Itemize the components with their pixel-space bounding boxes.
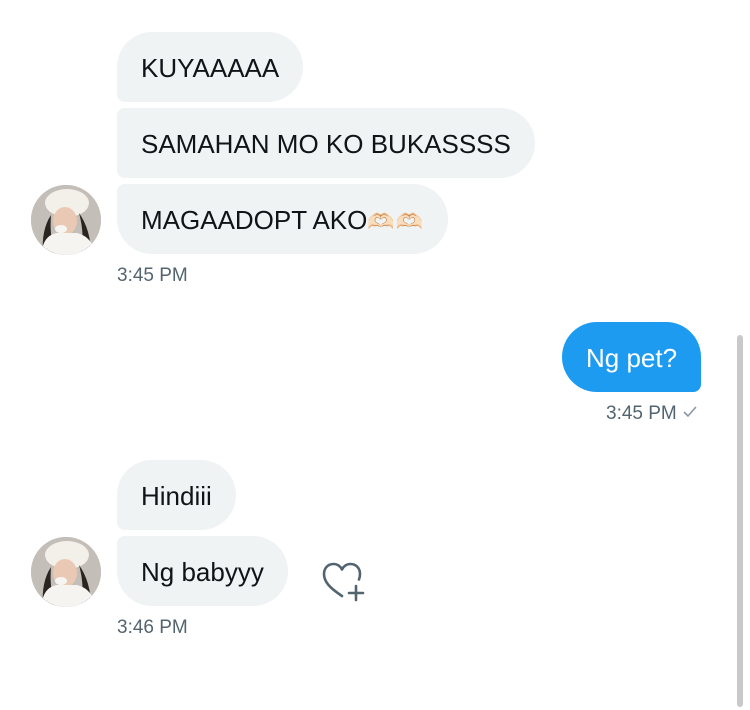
message-text: KUYAAAAA (141, 53, 280, 83)
message-timestamp-row: 3:45 PM (606, 403, 697, 425)
scrollbar[interactable] (737, 335, 743, 707)
heart-plus-icon[interactable] (320, 560, 368, 604)
message-timestamp: 3:46 PM (117, 617, 188, 638)
sent-check-icon (683, 403, 697, 425)
message-text: MAGAADOPT AKO (141, 205, 368, 235)
message-timestamp: 3:45 PM (117, 265, 188, 286)
heart-hands-emoji: 🫶🏻🫶🏻 (367, 210, 425, 235)
message-text: Ng pet? (586, 343, 678, 373)
message-text: Hindiii (141, 481, 212, 511)
message-text: Ng babyyy (141, 557, 264, 587)
outgoing-message-bubble[interactable]: Ng pet? (562, 322, 702, 392)
incoming-message-bubble[interactable]: KUYAAAAA (117, 32, 304, 102)
incoming-message-bubble[interactable]: MAGAADOPT AKO🫶🏻🫶🏻 (117, 184, 449, 254)
incoming-message-bubble[interactable]: SAMAHAN MO KO BUKASSSS (117, 108, 535, 178)
message-text: SAMAHAN MO KO BUKASSSS (141, 129, 511, 159)
message-timestamp: 3:45 PM (606, 403, 677, 425)
incoming-message-bubble[interactable]: Ng babyyy (117, 536, 288, 606)
incoming-message-bubble[interactable]: Hindiii (117, 460, 236, 530)
user-avatar[interactable] (31, 537, 101, 607)
user-avatar[interactable] (31, 185, 101, 255)
message-thread: KUYAAAAA SAMAHAN MO KO BUKASSSS MAGAADOP… (0, 0, 750, 710)
